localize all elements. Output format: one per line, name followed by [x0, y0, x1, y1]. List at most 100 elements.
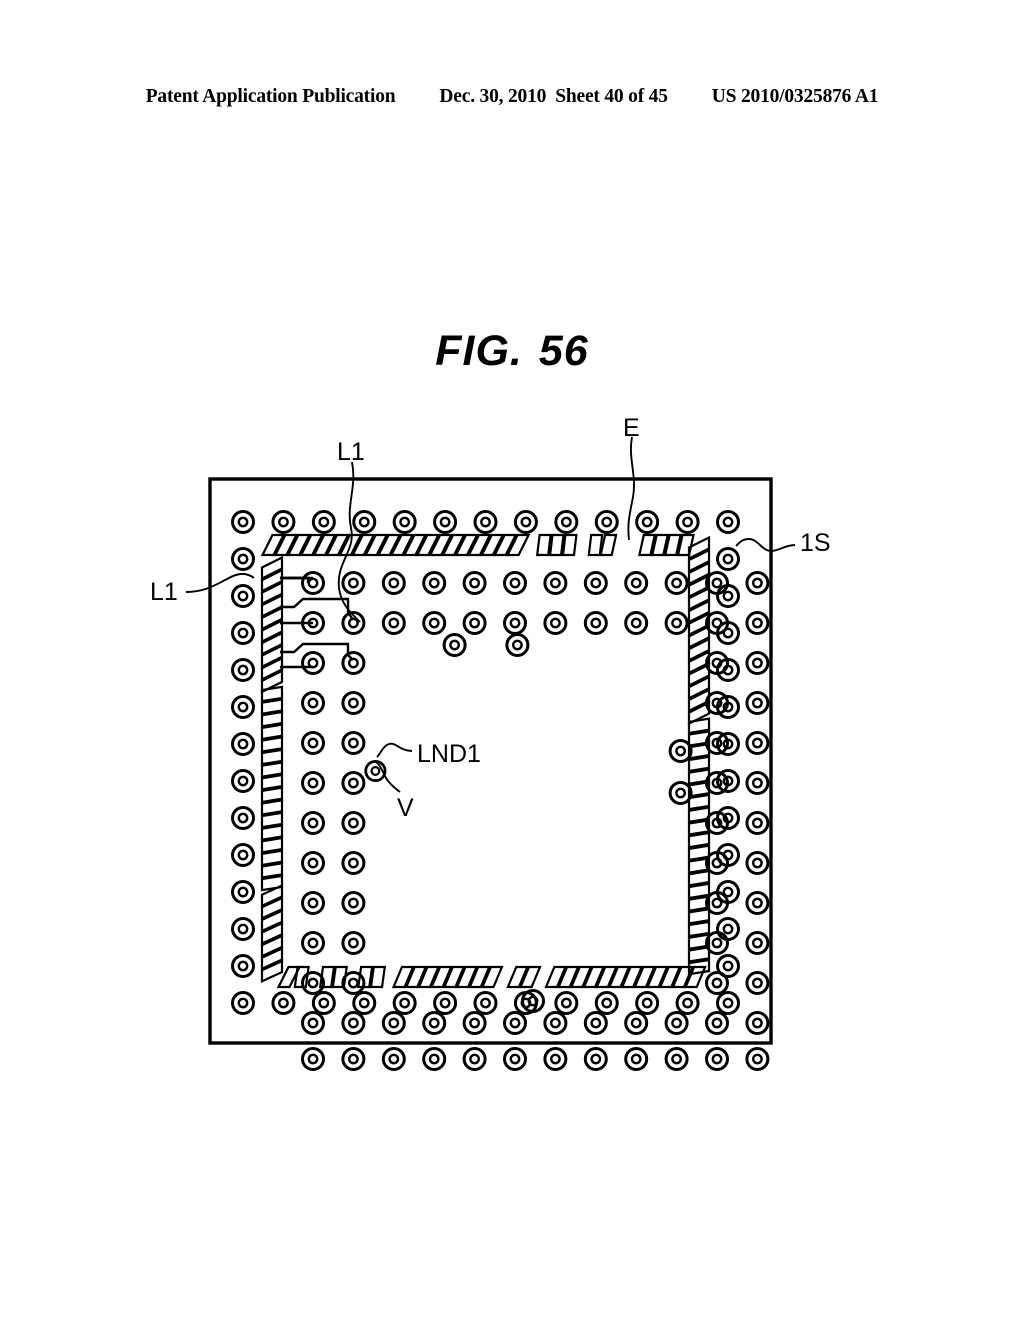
via-hole	[752, 657, 763, 669]
via-hole	[428, 617, 440, 629]
via-pad	[341, 891, 366, 915]
via-hole	[370, 766, 381, 776]
via-pad	[745, 771, 770, 795]
via-hole	[428, 1053, 440, 1065]
via-pad	[745, 651, 770, 675]
via-pad	[745, 1047, 770, 1071]
via-pad	[341, 971, 366, 995]
via-pad	[231, 769, 255, 793]
via-hole	[671, 617, 682, 629]
via-pad	[473, 991, 498, 1015]
via-hole	[509, 617, 521, 629]
via-pad	[705, 1047, 729, 1071]
via-hole	[237, 923, 249, 935]
via-hole	[480, 997, 491, 1009]
via-hole	[307, 737, 319, 749]
via-pad	[705, 971, 729, 995]
via-hole	[347, 897, 359, 909]
via-pad	[381, 611, 406, 635]
via-hole	[439, 997, 451, 1009]
via-hole	[347, 577, 359, 589]
via-pad	[301, 731, 325, 755]
via-hole	[388, 617, 400, 629]
via-hole	[509, 577, 521, 589]
via-pad	[231, 510, 255, 534]
via-pad	[341, 731, 366, 755]
via-pad	[745, 811, 770, 835]
via-hole	[590, 1017, 602, 1029]
via-hole	[237, 960, 249, 972]
via-hole	[752, 577, 763, 589]
via-hole	[237, 886, 249, 898]
via-hole	[388, 577, 400, 589]
label-l1-top: L1	[337, 438, 365, 466]
patent-page: Patent Application Publication Dec. 30, …	[0, 0, 1024, 1320]
via-hole	[752, 937, 763, 949]
via-pad	[301, 571, 325, 595]
via-hole	[722, 590, 734, 602]
via-hole	[428, 577, 440, 589]
bond-land	[587, 533, 604, 557]
via-pad	[301, 691, 325, 715]
via-hole	[752, 897, 763, 909]
via-hole	[318, 997, 330, 1009]
label-e: E	[623, 414, 640, 442]
via-pad	[311, 510, 336, 534]
via-pad	[341, 1011, 366, 1035]
via-pad	[301, 811, 325, 835]
via-pad	[745, 691, 770, 715]
bond-land	[535, 533, 552, 557]
via-hole	[550, 1053, 561, 1065]
via-hole	[722, 516, 734, 528]
via-pad	[664, 1011, 689, 1035]
via-pad	[624, 611, 649, 635]
via-pad	[392, 991, 417, 1015]
via-pad	[341, 1047, 366, 1071]
via-pad	[352, 991, 377, 1015]
via-hole	[711, 1053, 723, 1065]
via-hole	[307, 857, 319, 869]
via-pad	[745, 571, 770, 595]
via-hole	[237, 775, 249, 787]
via-hole	[560, 516, 572, 528]
via-hole	[550, 577, 561, 589]
via-hole	[675, 745, 686, 757]
via-pad	[473, 510, 498, 534]
via-pad	[381, 1047, 406, 1071]
via-pad	[554, 510, 579, 534]
via-hole	[237, 590, 249, 602]
via-pad	[635, 510, 660, 534]
figure-drawing	[185, 436, 796, 1071]
via-hole	[550, 617, 561, 629]
via-hole	[237, 849, 249, 861]
via-pad	[271, 510, 296, 534]
via-pad	[442, 633, 467, 657]
via-hole	[307, 817, 319, 829]
via-hole	[307, 577, 319, 589]
via-hole	[399, 997, 411, 1009]
via-hole	[752, 697, 763, 709]
via-pad	[543, 611, 568, 635]
via-pad	[231, 954, 255, 978]
via-pad	[503, 611, 527, 635]
via-pad	[392, 510, 417, 534]
via-pad	[543, 1047, 568, 1071]
via-pad	[543, 571, 568, 595]
via-hole	[512, 639, 523, 651]
via-hole	[550, 1017, 561, 1029]
via-hole	[671, 577, 682, 589]
leader-l1-left	[185, 572, 255, 593]
via-hole	[630, 577, 642, 589]
via-hole	[509, 1053, 521, 1065]
via-pad	[543, 1011, 568, 1035]
via-hole	[307, 977, 319, 989]
via-pad	[231, 880, 255, 904]
via-pad	[503, 571, 527, 595]
via-hole	[347, 1053, 359, 1065]
via-pad	[462, 571, 487, 595]
via-hole	[641, 516, 653, 528]
via-pad	[745, 731, 770, 755]
via-pad	[231, 621, 255, 645]
via-pad	[505, 633, 530, 657]
via-hole	[711, 617, 723, 629]
